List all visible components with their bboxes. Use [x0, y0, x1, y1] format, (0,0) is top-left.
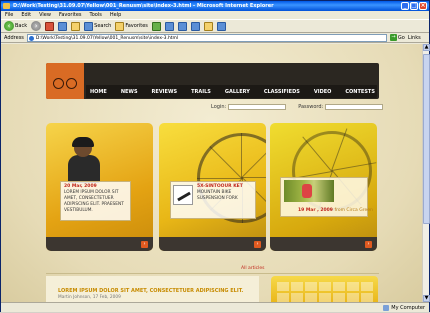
address-label: Address — [4, 34, 24, 41]
main-nav: HOME NEWS REVIEWS TRAILS GALLERY CLASSIF… — [86, 87, 382, 97]
menu-view[interactable]: View — [39, 11, 51, 19]
feature-panel-3: 19 Mar , 2009 from Circa Green › — [270, 123, 377, 251]
title-bar: D:\Work\Testing\31.09.07\Yellow\001_Renu… — [1, 1, 429, 11]
feature-date-3-value: 19 Mar , 2009 — [298, 208, 333, 213]
scroll-up-icon[interactable]: ▲ — [423, 44, 430, 51]
address-input[interactable]: D:\Work\Testing\31.09.07\Yellow\001_Renu… — [26, 33, 387, 42]
feature-panel-2: 5X-SINTOOUR KET MOUNTAIN BIKE SUSPENSION… — [159, 123, 266, 251]
all-articles-link[interactable]: All articles — [241, 266, 264, 271]
arrow-right-icon[interactable]: › — [254, 241, 261, 248]
status-bar: My Computer — [1, 302, 429, 312]
go-button[interactable]: → Go — [389, 34, 405, 41]
menu-bar: File Edit View Favorites Tools Help — [1, 11, 429, 19]
home-icon[interactable] — [71, 21, 81, 31]
feature-date-3: 19 Mar , 2009 from Circa Green — [295, 206, 376, 214]
menu-tools[interactable]: Tools — [90, 11, 102, 19]
panel-footer — [270, 237, 377, 251]
gallery-grid — [277, 282, 373, 302]
forward-button[interactable]: › — [31, 20, 42, 32]
menu-favorites[interactable]: Favorites — [59, 11, 82, 19]
star-icon — [115, 21, 125, 31]
rider-thumbnail — [284, 180, 334, 202]
address-value: D:\Work\Testing\31.09.07\Yellow\001_Renu… — [35, 35, 179, 41]
nav-video[interactable]: VIDEO — [307, 87, 339, 97]
scroll-down-icon[interactable]: ▼ — [423, 295, 430, 302]
mail-icon[interactable] — [164, 21, 174, 31]
rider-photo — [64, 137, 104, 183]
feature-card-3: 19 Mar , 2009 from Circa Green — [280, 177, 373, 217]
section-divider — [46, 273, 379, 274]
history-icon[interactable] — [151, 21, 161, 31]
go-arrow-icon: → — [389, 34, 397, 41]
site-logo[interactable] — [46, 63, 84, 99]
maximize-button[interactable]: □ — [410, 2, 418, 10]
folder-icon[interactable] — [203, 21, 213, 31]
nav-home[interactable]: HOME — [86, 87, 114, 97]
password-input[interactable] — [325, 104, 384, 110]
vertical-scrollbar[interactable]: ▲ ▼ — [422, 44, 430, 302]
back-button[interactable]: ‹ Back — [4, 20, 27, 32]
nav-gallery[interactable]: GALLERY — [218, 87, 257, 97]
feature-text-1: LOREM IPSUM DOLOR SIT AMET, CONSECTETUER… — [64, 190, 124, 213]
edit-icon[interactable] — [190, 21, 200, 31]
feature-panel-1: 20 Mar, 2009 LOREM IPSUM DOLOR SIT AMET,… — [46, 123, 153, 251]
bike-logo-icon — [53, 74, 77, 89]
back-label: Back — [15, 23, 28, 29]
close-button[interactable]: × — [419, 2, 427, 10]
refresh-icon[interactable] — [58, 21, 68, 31]
computer-icon — [383, 305, 390, 311]
article-preview: LOREM IPSUM DOLOR SIT AMET, CONSECTETUER… — [46, 276, 259, 302]
nav-reviews[interactable]: REVIEWS — [145, 87, 185, 97]
favorites-label: Favorites — [125, 23, 148, 29]
feature-card-2: 5X-SINTOOUR KET MOUNTAIN BIKE SUSPENSION… — [170, 181, 256, 219]
print-icon[interactable] — [177, 21, 187, 31]
address-bar: Address D:\Work\Testing\31.09.07\Yellow\… — [1, 33, 429, 43]
search-button[interactable]: Search — [84, 20, 111, 32]
menu-file[interactable]: File — [5, 11, 13, 19]
nav-trails[interactable]: TRAILS — [184, 87, 218, 97]
site-header: HOME NEWS REVIEWS TRAILS GALLERY CLASSIF… — [46, 63, 379, 99]
messenger-icon[interactable] — [216, 21, 226, 31]
arrow-right-icon[interactable]: › — [141, 241, 148, 248]
password-label: Password: — [298, 104, 324, 110]
forward-arrow-icon: › — [31, 21, 42, 31]
links-label[interactable]: Links — [408, 35, 421, 41]
menu-edit[interactable]: Edit — [21, 11, 31, 19]
panel-footer — [159, 237, 266, 251]
page-viewport: HOME NEWS REVIEWS TRAILS GALLERY CLASSIF… — [1, 44, 422, 302]
panel-footer — [46, 237, 153, 251]
login-input[interactable] — [228, 104, 287, 110]
nav-news[interactable]: NEWS — [114, 87, 145, 97]
window-title: D:\Work\Testing\31.09.07\Yellow\001_Renu… — [13, 3, 274, 9]
login-form: Login: Password: — [211, 104, 384, 110]
toolbar: ‹ Back › Search Favorites — [1, 19, 429, 33]
stop-icon[interactable] — [45, 21, 55, 31]
search-icon — [84, 21, 94, 31]
search-label: Search — [94, 23, 112, 29]
article-title[interactable]: LOREM IPSUM DOLOR SIT AMET, CONSECTETUER… — [46, 276, 259, 294]
feature-date-1: 20 Mar, 2009 — [64, 184, 97, 189]
login-label: Login: — [211, 104, 227, 110]
feature-card-1: 20 Mar, 2009 LOREM IPSUM DOLOR SIT AMET,… — [60, 181, 131, 221]
browser-window: D:\Work\Testing\31.09.07\Yellow\001_Renu… — [0, 0, 430, 312]
back-arrow-icon: ‹ — [4, 21, 14, 31]
article-meta: Martin Johnson, 17 Feb, 2009 — [58, 295, 121, 300]
ie-page-icon — [3, 3, 10, 9]
nav-classifieds[interactable]: CLASSIFIEDS — [257, 87, 307, 97]
menu-help[interactable]: Help — [110, 11, 121, 19]
fork-thumbnail — [173, 185, 193, 205]
favorites-button[interactable]: Favorites — [115, 20, 148, 32]
arrow-right-icon[interactable]: › — [365, 241, 372, 248]
feature-author-3[interactable]: from Circa Green — [335, 208, 373, 213]
minimize-button[interactable]: _ — [401, 2, 409, 10]
scroll-thumb[interactable] — [423, 54, 430, 224]
go-label: Go — [397, 34, 405, 41]
nav-contests[interactable]: CONTESTS — [338, 87, 382, 97]
page-icon — [28, 35, 34, 41]
gallery-widget — [271, 276, 378, 302]
